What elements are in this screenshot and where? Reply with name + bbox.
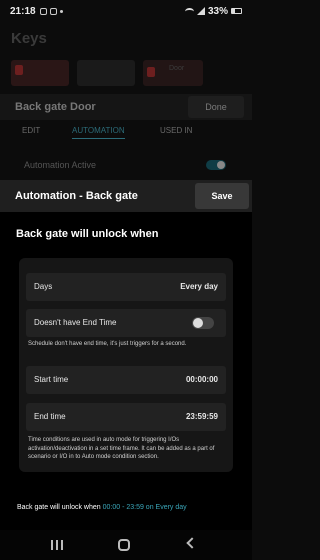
end-time-field[interactable]: End time 23:59:59: [26, 403, 226, 431]
notification-icons: [39, 7, 63, 15]
tab-automation: AUTOMATION: [72, 126, 125, 139]
done-button: Done: [188, 96, 244, 118]
days-label: Days: [34, 282, 53, 291]
status-time: 21:18: [10, 5, 36, 17]
summary-highlight: 00:00 - 23:59 on Every day: [102, 504, 187, 511]
summary-prefix: Back gate will unlock when: [17, 504, 101, 511]
background-tabs: EDIT AUTOMATION USED IN: [0, 122, 252, 142]
wifi-icon: [184, 7, 194, 15]
unlock-summary: Back gate will unlock when 00:00 - 23:59…: [17, 504, 187, 511]
back-icon[interactable]: [186, 537, 198, 549]
automation-active-row: Automation Active: [0, 156, 252, 176]
gallery-icon: [39, 7, 47, 15]
navigation-bar: [0, 530, 252, 560]
automation-active-toggle: [206, 160, 226, 170]
status-right: 33%: [184, 5, 242, 17]
conditions-note: Time conditions are used in auto mode fo…: [28, 437, 215, 460]
battery-icon: [231, 8, 242, 14]
sheet-header: Automation - Back gate Save: [0, 180, 252, 212]
end-time-label: End time: [34, 412, 66, 421]
no-end-time-row: Doesn't have End Time: [26, 309, 226, 337]
automation-sheet: Automation - Back gate Save Back gate wi…: [0, 180, 252, 530]
home-icon[interactable]: [118, 539, 130, 551]
start-time-field[interactable]: Start time 00:00:00: [26, 366, 226, 394]
background-key-card: [77, 60, 135, 86]
background-header: Back gate Door Done: [0, 94, 252, 120]
time-condition-panel: Days Every day Doesn't have End Time Sch…: [19, 258, 233, 472]
automation-active-label: Automation Active: [24, 160, 97, 170]
no-end-time-toggle[interactable]: [192, 317, 214, 329]
no-end-time-label: Doesn't have End Time: [34, 318, 117, 327]
end-time-value: 23:59:59: [185, 412, 218, 421]
tab-edit: EDIT: [22, 126, 41, 135]
days-value: Every day: [180, 282, 218, 291]
app-notification-icon: [49, 7, 57, 15]
days-selector[interactable]: Days Every day: [26, 273, 226, 301]
background-page: Keys Door Back gate Door Done EDIT AUTOM…: [0, 22, 252, 182]
unlock-heading: Back gate will unlock when: [16, 228, 159, 240]
background-key-card: Door: [143, 60, 203, 86]
status-bar: 21:18 33%: [0, 0, 252, 22]
background-key-cards: Door: [11, 60, 203, 86]
save-button[interactable]: Save: [195, 183, 249, 209]
background-key-card: [11, 60, 69, 86]
tab-used-in: USED IN: [160, 126, 193, 135]
start-time-label: Start time: [34, 375, 69, 384]
more-notifications-icon: [59, 9, 63, 13]
schedule-note: Schedule don't have end time, it's just …: [28, 341, 187, 347]
battery-percentage: 33%: [207, 5, 228, 17]
door-icon: [147, 67, 155, 77]
toggle-knob: [193, 318, 203, 328]
sheet-title: Automation - Back gate: [15, 190, 138, 202]
card-label: Door: [169, 65, 185, 72]
background-title: Keys: [11, 30, 47, 47]
door-name: Back gate Door: [15, 101, 96, 113]
door-icon: [15, 65, 23, 75]
start-time-value: 00:00:00: [185, 375, 218, 384]
recents-icon[interactable]: [51, 540, 63, 550]
signal-icon: [196, 7, 205, 15]
